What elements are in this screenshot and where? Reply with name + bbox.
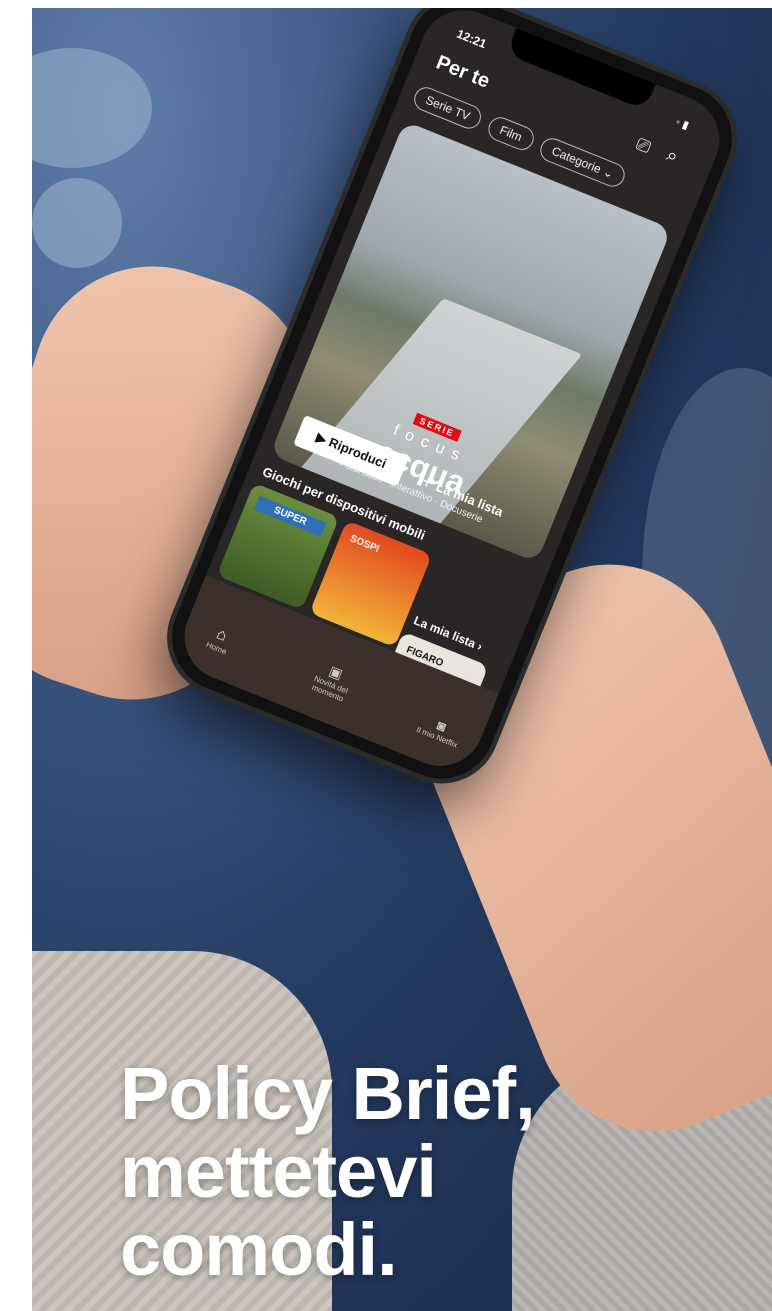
headline: Policy Brief, mettetevi comodi. [120, 1055, 680, 1289]
blanket-pattern [32, 178, 122, 268]
tile-label: SOSPI [348, 533, 381, 555]
cast-icon[interactable]: ⎚ [633, 134, 654, 158]
filter-film[interactable]: Film [484, 113, 538, 154]
filter-serie-tv[interactable]: Serie TV [410, 83, 485, 133]
page-title: Per te [433, 51, 493, 93]
status-time: 12:21 [454, 26, 489, 52]
headline-line-2: mettetevi [120, 1130, 437, 1213]
blanket-pattern [32, 48, 152, 168]
notch [506, 27, 656, 111]
status-icons: ◦ ▮ [673, 115, 691, 132]
tab-home[interactable]: ⌂ Home [182, 614, 257, 665]
chevron-right-icon: › [475, 639, 485, 654]
tab-new[interactable]: ▣ Novità del momento [294, 652, 372, 711]
tab-mine[interactable]: ◙ Il mio Netflix [403, 705, 477, 754]
tile-label: SUPER [253, 495, 327, 537]
filter-categorie-label: Categorie [549, 143, 604, 177]
headline-line-3: comodi. [120, 1208, 398, 1291]
headline-line-1: Policy Brief, [120, 1052, 536, 1135]
search-icon[interactable]: ⌕ [663, 144, 681, 168]
chevron-down-icon: ⌄ [601, 164, 616, 182]
photo-background: 12:21 ◦ ▮ Per te ⎚ ⌕ Serie TV Film Categ… [32, 8, 772, 1311]
